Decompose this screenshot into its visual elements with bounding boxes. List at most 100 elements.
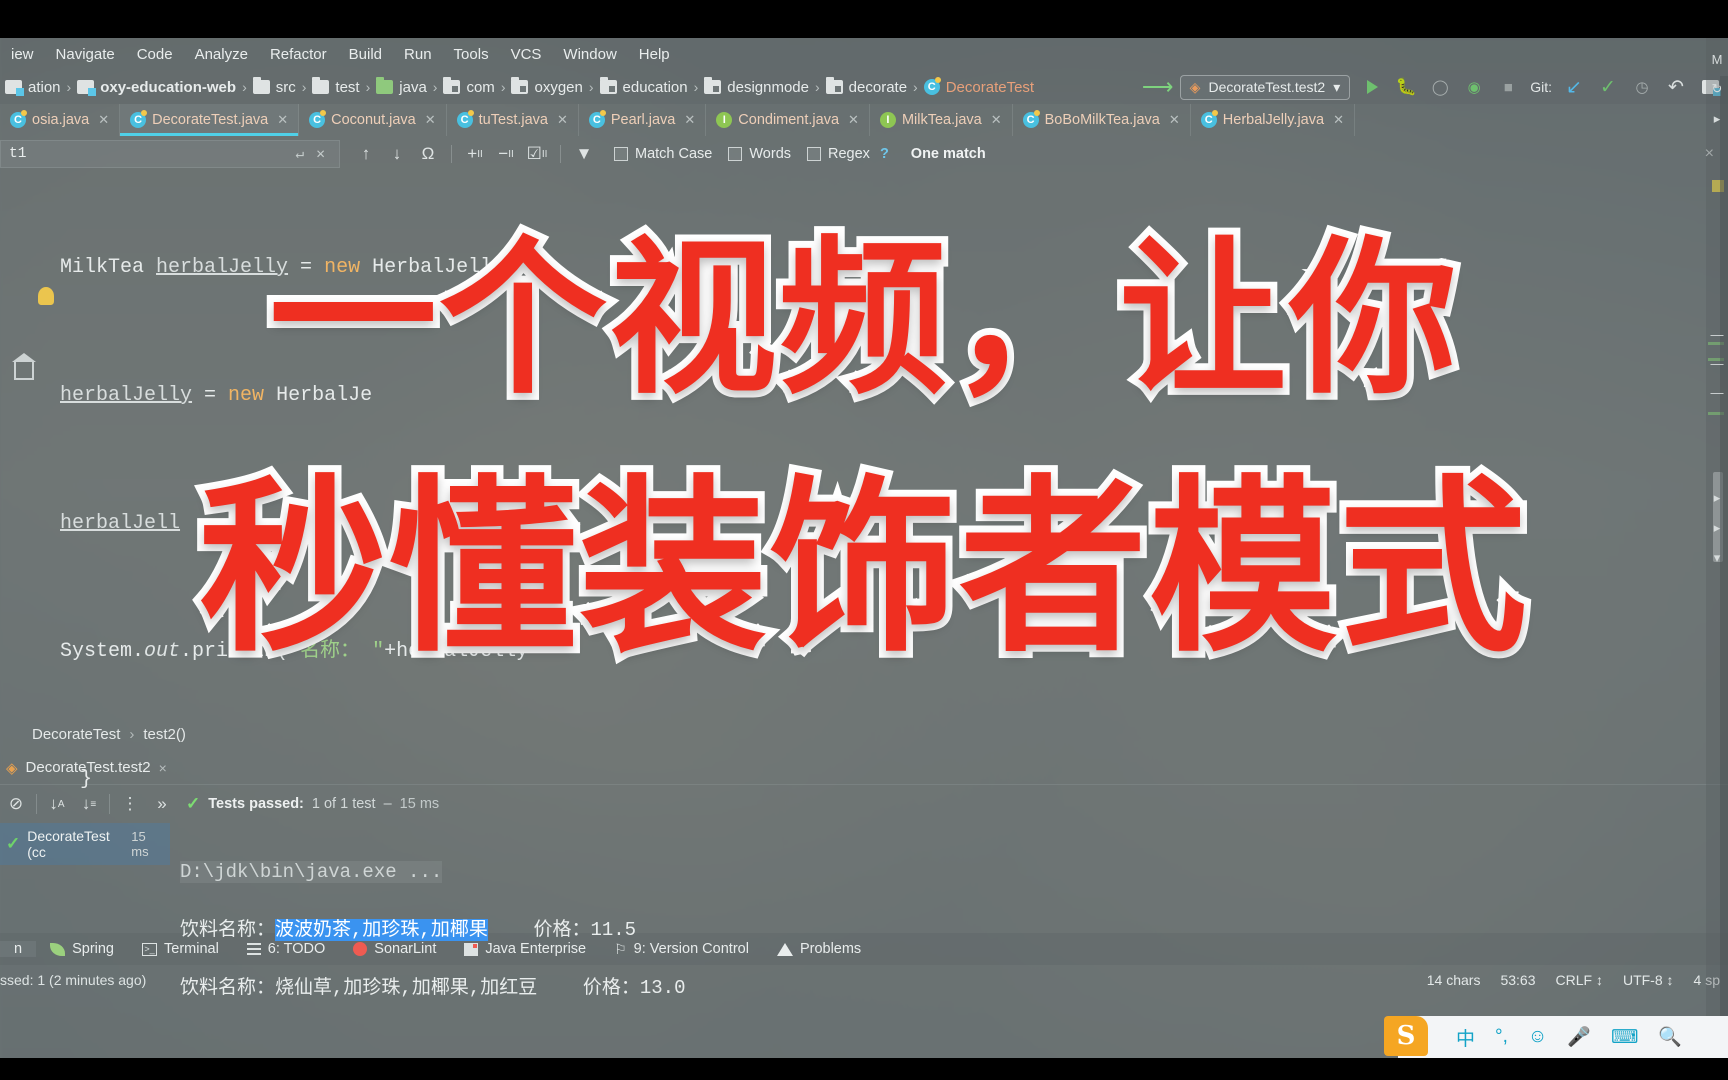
breadcrumb-item-module[interactable]: oxy-education-web bbox=[72, 79, 241, 96]
menu-item-build[interactable]: Build bbox=[338, 42, 393, 67]
play-icon[interactable]: ▸ bbox=[1706, 490, 1728, 506]
emoji-icon[interactable]: ☺ bbox=[1528, 1026, 1547, 1048]
menu-item-analyze[interactable]: Analyze bbox=[184, 42, 259, 67]
editor-tab-pearl[interactable]: C Pearl.java ✕ bbox=[579, 104, 707, 136]
menu-item-vcs[interactable]: VCS bbox=[500, 42, 553, 67]
filter-icon[interactable]: ▼ bbox=[570, 141, 598, 167]
chevron-down-icon[interactable]: ▾ bbox=[1706, 550, 1728, 566]
intention-bulb-icon[interactable] bbox=[38, 287, 54, 305]
caret-position[interactable]: 53:63 bbox=[1500, 972, 1535, 988]
editor-tab-milktea[interactable]: I MilkTea.java ✕ bbox=[870, 104, 1013, 136]
play-icon[interactable]: ▸ bbox=[1706, 111, 1728, 127]
menu-item-help[interactable]: Help bbox=[628, 42, 681, 67]
editor-tab-decoratetest[interactable]: C DecorateTest.java ✕ bbox=[120, 104, 300, 136]
breadcrumb-item-decorate[interactable]: decorate bbox=[821, 77, 912, 96]
regex-checkbox[interactable]: Regex bbox=[807, 146, 870, 162]
sogou-ime-icon[interactable]: S bbox=[1384, 1016, 1428, 1056]
breadcrumb-item-designmode[interactable]: designmode bbox=[699, 77, 814, 96]
editor-tab-condiment[interactable]: I Condiment.java ✕ bbox=[706, 104, 870, 136]
search-everywhere-icon[interactable]: ⟶ bbox=[1142, 74, 1174, 99]
match-case-checkbox[interactable]: Match Case bbox=[614, 146, 712, 162]
file-encoding[interactable]: UTF-8 ↕ bbox=[1623, 972, 1674, 988]
play-icon[interactable]: ▸ bbox=[1706, 520, 1728, 536]
menu-item-tools[interactable]: Tools bbox=[443, 42, 500, 67]
ime-chinese-icon[interactable]: 中 bbox=[1456, 1024, 1475, 1051]
close-icon[interactable]: ✕ bbox=[991, 112, 1002, 128]
tool-window-spring[interactable]: Spring bbox=[36, 941, 128, 957]
run-configuration-selector[interactable]: ◈ DecorateTest.test2 ▾ bbox=[1179, 74, 1351, 100]
close-icon[interactable]: ✕ bbox=[1169, 112, 1180, 128]
tool-window-problems[interactable]: Problems bbox=[763, 941, 875, 957]
breadcrumb-item-oxygen[interactable]: oxygen bbox=[506, 77, 587, 96]
git-history-icon[interactable]: ◷ bbox=[1630, 76, 1654, 98]
words-checkbox[interactable]: Words bbox=[728, 146, 791, 162]
tool-window-java-enterprise[interactable]: Java Enterprise bbox=[450, 941, 600, 957]
tool-window-version-control[interactable]: ⚐ 9: Version Control bbox=[600, 941, 763, 958]
help-icon[interactable]: ? bbox=[880, 146, 889, 162]
close-icon[interactable]: ✕ bbox=[1333, 112, 1344, 128]
tool-window-run[interactable]: n bbox=[0, 941, 37, 957]
menu-item-view[interactable]: iew bbox=[0, 42, 45, 67]
code-editor[interactable]: MilkTea herbalJelly = new HerbalJelly();… bbox=[0, 172, 1728, 791]
code-line-4: System.out.println("名称： "+herbalJelly bbox=[60, 620, 1688, 684]
git-commit-icon[interactable]: ✓ bbox=[1596, 76, 1620, 98]
close-icon[interactable]: ✕ bbox=[848, 112, 859, 128]
menu-item-code[interactable]: Code bbox=[126, 42, 184, 67]
java-test-class-icon: C bbox=[456, 110, 474, 128]
breadcrumb-item-java[interactable]: java bbox=[371, 77, 432, 96]
editor-tab-herbaljelly[interactable]: C HerbalJelly.java ✕ bbox=[1191, 104, 1355, 136]
tool-window-todo[interactable]: 6: TODO bbox=[233, 941, 339, 957]
close-icon[interactable]: ✕ bbox=[425, 112, 436, 128]
java-class-icon: C bbox=[923, 77, 941, 95]
close-icon[interactable]: ✕ bbox=[557, 112, 568, 128]
find-previous-icon[interactable]: ↑ bbox=[352, 141, 380, 167]
minus-icon[interactable]: — bbox=[1706, 385, 1728, 400]
maven-icon[interactable]: M bbox=[1706, 52, 1728, 67]
line-separator[interactable]: CRLF ↕ bbox=[1556, 972, 1603, 988]
editor-tab-tutest[interactable]: C tuTest.java ✕ bbox=[447, 104, 579, 136]
select-all-icon[interactable]: ☑ II bbox=[523, 141, 551, 167]
breadcrumb-item-project[interactable]: ation bbox=[0, 79, 66, 96]
menu-item-navigate[interactable]: Navigate bbox=[45, 42, 126, 67]
hide-passed-icon[interactable]: ⊘ bbox=[0, 789, 32, 819]
git-update-project-icon[interactable]: ↙ bbox=[1562, 76, 1586, 98]
debug-button[interactable]: 🐛 bbox=[1394, 76, 1418, 98]
editor-tab-osia[interactable]: C osia.java ✕ bbox=[0, 104, 121, 136]
refresh-icon[interactable]: ↻ bbox=[1706, 81, 1728, 97]
search-icon[interactable]: 🔍 bbox=[1658, 1025, 1682, 1049]
menu-item-run[interactable]: Run bbox=[393, 42, 443, 67]
enter-icon[interactable]: ↵ bbox=[290, 146, 311, 163]
editor-tab-coconut[interactable]: C Coconut.java ✕ bbox=[299, 104, 447, 136]
minus-icon[interactable]: — bbox=[1706, 356, 1728, 371]
run-button[interactable] bbox=[1360, 76, 1384, 98]
stop-button[interactable]: ■ bbox=[1496, 76, 1520, 98]
run-with-coverage-button[interactable]: ◯ bbox=[1428, 76, 1452, 98]
close-icon[interactable]: ✕ bbox=[277, 112, 288, 128]
search-input[interactable]: t1 ↵ ✕ bbox=[0, 140, 340, 168]
remove-selection-icon[interactable]: − II bbox=[492, 141, 520, 167]
editor-tab-bobomilktea[interactable]: C BoBoMilkTea.java ✕ bbox=[1013, 104, 1191, 136]
find-next-icon[interactable]: ↓ bbox=[383, 141, 411, 167]
select-all-occurrences-icon[interactable]: Ω bbox=[414, 141, 442, 167]
menu-item-window[interactable]: Window bbox=[552, 42, 627, 67]
git-rollback-icon[interactable]: ↶ bbox=[1664, 76, 1688, 98]
keyboard-icon[interactable]: ⌨ bbox=[1611, 1026, 1638, 1049]
breadcrumb-item-education[interactable]: education bbox=[595, 77, 693, 96]
close-icon[interactable]: ✕ bbox=[684, 112, 695, 128]
close-icon[interactable]: ✕ bbox=[98, 112, 109, 128]
breadcrumb-label: decorate bbox=[848, 78, 908, 96]
clear-icon[interactable]: ✕ bbox=[310, 146, 331, 163]
menu-item-refactor[interactable]: Refactor bbox=[259, 42, 338, 67]
breadcrumb-item-com[interactable]: com bbox=[438, 77, 499, 96]
breadcrumb-item-decoratetest[interactable]: C DecorateTest bbox=[919, 77, 1039, 96]
breadcrumb-item-src[interactable]: src bbox=[248, 77, 301, 96]
microphone-icon[interactable]: 🎤 bbox=[1567, 1025, 1591, 1049]
add-selection-icon[interactable]: + II bbox=[461, 141, 489, 167]
tool-window-label: 6: TODO bbox=[267, 941, 326, 957]
tool-window-sonarlint[interactable]: SonarLint bbox=[339, 941, 450, 957]
minus-icon[interactable]: — bbox=[1706, 327, 1728, 342]
tool-window-terminal[interactable]: >_ Terminal bbox=[128, 941, 233, 957]
breadcrumb-item-test[interactable]: test bbox=[307, 77, 364, 96]
profile-button[interactable]: ◉ bbox=[1462, 76, 1486, 98]
punctuation-icon[interactable]: °, bbox=[1495, 1026, 1508, 1048]
